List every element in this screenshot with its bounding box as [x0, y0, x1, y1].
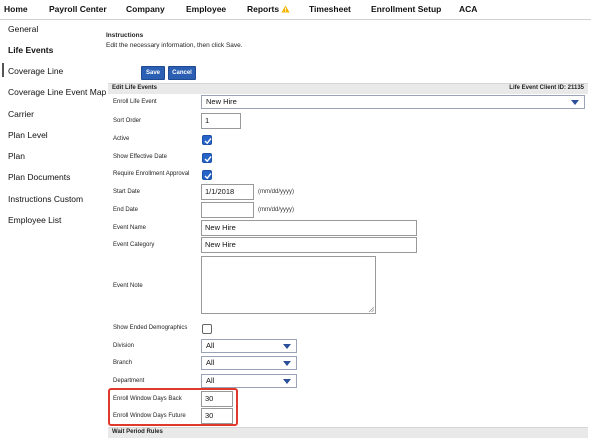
- sidebar-item-instructions-custom[interactable]: Instructions Custom: [8, 194, 83, 204]
- department-select[interactable]: All: [201, 374, 297, 388]
- show-effective-date-checkbox[interactable]: [202, 153, 212, 163]
- end-date-label: End Date: [113, 207, 139, 213]
- require-enrollment-approval-label: Require Enrollment Approval: [113, 171, 190, 177]
- chevron-down-icon: [283, 344, 291, 349]
- highlight-annotation: [108, 388, 238, 426]
- nav-home[interactable]: Home: [4, 4, 28, 14]
- division-select[interactable]: All: [201, 339, 297, 353]
- wait-period-rules-header: Wait Period Rules: [108, 427, 588, 438]
- enroll-life-event-value: New Hire: [206, 97, 237, 106]
- event-note-label: Event Note: [113, 283, 143, 289]
- start-date-format-hint: (mm/dd/yyyy): [258, 189, 294, 195]
- division-value: All: [206, 341, 215, 350]
- sort-order-label: Sort Order: [113, 118, 142, 124]
- sidebar-item-carrier[interactable]: Carrier: [8, 109, 34, 119]
- nav-reports-label: Reports: [247, 4, 280, 14]
- enroll-life-event-select[interactable]: New Hire: [201, 95, 585, 109]
- nav-reports[interactable]: Reports: [247, 4, 290, 14]
- department-value: All: [206, 376, 215, 385]
- event-category-label: Event Category: [113, 242, 155, 248]
- end-date-format-hint: (mm/dd/yyyy): [258, 207, 294, 213]
- event-note-textarea[interactable]: [201, 256, 376, 314]
- section-title: Edit Life Events: [112, 85, 158, 91]
- sidebar-item-plan-level[interactable]: Plan Level: [8, 130, 48, 140]
- sidebar-item-plan[interactable]: Plan: [8, 151, 25, 161]
- nav-payroll-center[interactable]: Payroll Center: [49, 4, 107, 14]
- instructions-text: Edit the necessary information, then cli…: [106, 42, 243, 49]
- sidebar-item-coverage-line[interactable]: Coverage Line: [8, 66, 63, 76]
- nav-company[interactable]: Company: [126, 4, 165, 14]
- checkmark-icon: [204, 156, 212, 163]
- nav-employee[interactable]: Employee: [186, 4, 226, 14]
- show-ended-demographics-label: Show Ended Demographics: [113, 325, 188, 331]
- edit-life-events-header: Edit Life Events Life Event Client ID: 2…: [108, 83, 588, 94]
- sidebar-active-marker: [2, 63, 4, 77]
- require-enrollment-approval-checkbox[interactable]: [202, 170, 212, 180]
- sidebar: General Life Events Coverage Line Covera…: [0, 20, 106, 438]
- wait-period-rules-title: Wait Period Rules: [112, 429, 163, 435]
- sidebar-item-life-events[interactable]: Life Events: [8, 45, 53, 55]
- save-button[interactable]: Save: [141, 66, 165, 80]
- checkmark-icon: [204, 138, 212, 145]
- end-date-input[interactable]: [201, 202, 254, 218]
- branch-label: Branch: [113, 360, 133, 366]
- branch-select[interactable]: All: [201, 356, 297, 370]
- nav-timesheet[interactable]: Timesheet: [309, 4, 351, 14]
- sort-order-input[interactable]: 1: [201, 113, 241, 129]
- checkmark-icon: [204, 173, 212, 180]
- show-effective-date-label: Show Effective Date: [113, 154, 167, 160]
- show-ended-demographics-checkbox[interactable]: [202, 324, 212, 334]
- event-name-input[interactable]: New Hire: [201, 220, 417, 236]
- start-date-label: Start Date: [113, 189, 141, 195]
- chevron-down-icon: [283, 379, 291, 384]
- top-nav: Home Payroll Center Company Employee Rep…: [0, 0, 591, 20]
- chevron-down-icon: [571, 100, 579, 105]
- sidebar-item-coverage-line-event-map[interactable]: Coverage Line Event Map: [8, 87, 106, 97]
- start-date-input[interactable]: 1/1/2018: [201, 184, 254, 200]
- active-checkbox[interactable]: [202, 135, 212, 145]
- resize-grip-icon[interactable]: [368, 306, 374, 312]
- warning-icon: [281, 5, 290, 13]
- sidebar-item-plan-documents[interactable]: Plan Documents: [8, 172, 70, 182]
- branch-value: All: [206, 358, 215, 367]
- division-label: Division: [113, 343, 135, 349]
- event-category-input[interactable]: New Hire: [201, 237, 417, 253]
- event-name-label: Event Name: [113, 225, 147, 231]
- sidebar-item-employee-list[interactable]: Employee List: [8, 215, 61, 225]
- chevron-down-icon: [283, 361, 291, 366]
- cancel-button[interactable]: Cancel: [168, 66, 196, 80]
- nav-aca[interactable]: ACA: [459, 4, 477, 14]
- sidebar-item-general[interactable]: General: [8, 24, 38, 34]
- nav-enrollment-setup[interactable]: Enrollment Setup: [371, 4, 441, 14]
- instructions-title: Instructions: [106, 32, 144, 39]
- active-label: Active: [113, 136, 130, 142]
- life-event-client-id: Life Event Client ID: 21135: [509, 85, 584, 91]
- department-label: Department: [113, 378, 145, 384]
- enroll-life-event-label: Enroll Life Event: [113, 99, 157, 105]
